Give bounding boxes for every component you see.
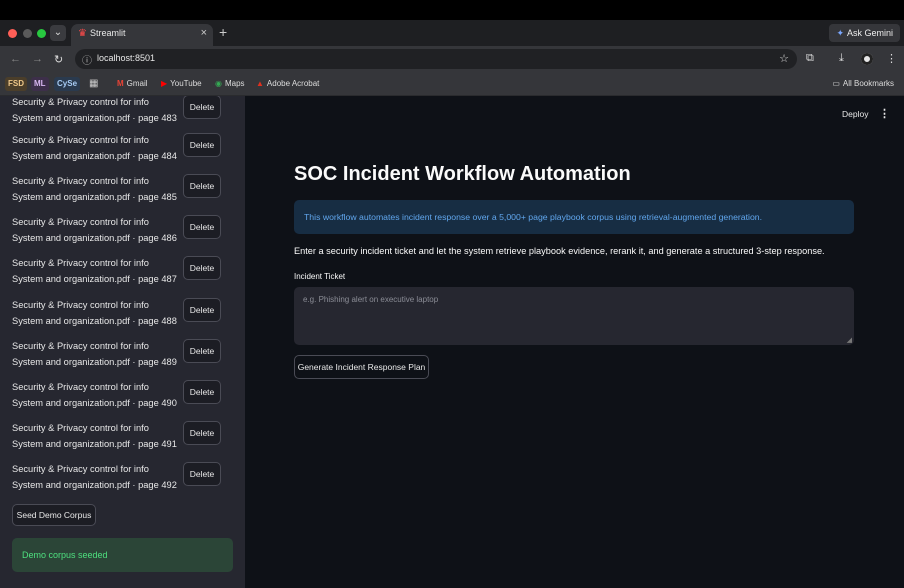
document-item: Security & Privacy control for info Syste… [12, 379, 237, 413]
bookmark-cyse[interactable]: CySe [54, 77, 81, 91]
ask-gemini-label: Ask Gemini [846, 28, 893, 38]
document-item: Security & Privacy control for info Syste… [12, 420, 237, 454]
address-bar[interactable]: ⓘ localhost:8501 ☆ [75, 49, 797, 69]
document-item: Security & Privacy control for info Syste… [12, 461, 237, 495]
delete-button[interactable]: Delete [183, 215, 221, 239]
generate-plan-button[interactable]: Generate Incident Response Plan [294, 355, 429, 379]
document-item: Security & Privacy control for info Syste… [12, 173, 237, 207]
description-text: Enter a security incident ticket and let… [294, 246, 825, 256]
bookmark-youtube-label: YouTube [170, 79, 202, 88]
document-item: Security & Privacy control for info Syste… [12, 96, 237, 128]
delete-button[interactable]: Delete [183, 174, 221, 198]
delete-button[interactable]: Delete [183, 256, 221, 280]
all-bookmarks-label: All Bookmarks [842, 79, 894, 88]
window-minimize-button[interactable] [23, 29, 32, 38]
document-item: Security & Privacy control for info Syste… [12, 255, 237, 289]
delete-button[interactable]: Delete [183, 339, 221, 363]
profile-avatar[interactable] [861, 53, 873, 65]
delete-button[interactable]: Delete [183, 133, 221, 157]
document-item: Security & Privacy control for info Syste… [12, 338, 237, 372]
tab-search-chevron-icon[interactable]: ⌄ [50, 25, 66, 41]
streamlit-app: Security & Privacy control for info Syste… [0, 96, 904, 588]
delete-button[interactable]: Delete [183, 96, 221, 119]
page-title: SOC Incident Workflow Automation [294, 163, 631, 185]
info-alert: This workflow automates incident respons… [294, 200, 854, 234]
document-name: Security & Privacy control for info Syste… [12, 464, 177, 490]
all-bookmarks[interactable]: ▭ All Bookmarks [832, 77, 894, 91]
delete-button[interactable]: Delete [183, 298, 221, 322]
document-name: Security & Privacy control for info Syste… [12, 258, 177, 284]
document-name: Security & Privacy control for info Syste… [12, 135, 177, 161]
delete-button[interactable]: Delete [183, 421, 221, 445]
maps-pin-icon: ◉ [215, 79, 222, 88]
bookmark-gmail[interactable]: M Gmail [117, 77, 148, 91]
incident-ticket-textarea[interactable]: e.g. Phishing alert on executive laptop … [294, 287, 854, 345]
streamlit-favicon-icon: ♛ [78, 28, 87, 39]
document-name: Security & Privacy control for info Syste… [12, 300, 177, 326]
success-alert: Demo corpus seeded [12, 538, 233, 572]
browser-tab[interactable]: ♛ Streamlit × [71, 24, 213, 46]
document-name: Security & Privacy control for info Syste… [12, 382, 177, 408]
folder-icon: ▭ [832, 79, 840, 88]
window-maximize-button[interactable] [37, 29, 46, 38]
forward-arrow-icon[interactable]: → [32, 53, 43, 65]
new-tab-button[interactable]: + [219, 24, 227, 40]
browser-menu-icon[interactable]: ⋮ [886, 52, 897, 65]
document-name: Security & Privacy control for info Syste… [12, 341, 177, 367]
browser-toolbar: ← → ↻ ⓘ localhost:8501 ☆ ⧉ ⤓ ⋮ [0, 46, 904, 73]
bookmark-maps[interactable]: ◉ Maps [215, 77, 245, 91]
tab-title: Streamlit [90, 28, 126, 38]
site-info-icon[interactable]: ⓘ [82, 52, 92, 67]
bookmark-ml[interactable]: ML [31, 77, 49, 91]
bookmarks-bar: FSD ML CySe ▦ M Gmail ▶ YouTube ◉ Maps ▲ Ado… [0, 73, 904, 96]
extensions-icon[interactable]: ⧉ [806, 52, 814, 65]
main-menu-icon[interactable]: ⋮ [879, 107, 890, 120]
seed-demo-corpus-button[interactable]: Seed Demo Corpus [12, 504, 96, 526]
browser-tab-bar: ⌄ ♛ Streamlit × + ✦ Ask Gemini [0, 20, 904, 46]
bookmark-acrobat-label: Adobe Acrobat [266, 79, 320, 88]
acrobat-icon: ▲ [256, 79, 264, 88]
deploy-button[interactable]: Deploy [842, 109, 868, 119]
bookmark-maps-label: Maps [224, 79, 245, 88]
ask-gemini-button[interactable]: ✦ Ask Gemini [829, 24, 900, 42]
url-text: localhost:8501 [97, 53, 156, 63]
sidebar[interactable]: Security & Privacy control for info Syste… [0, 96, 245, 588]
incident-ticket-label: Incident Ticket [294, 272, 346, 281]
document-name: Security & Privacy control for info Syste… [12, 97, 177, 123]
main-content: Deploy ⋮ SOC Incident Workflow Automatio… [245, 96, 904, 588]
incident-ticket-placeholder: e.g. Phishing alert on executive laptop [303, 295, 439, 304]
document-item: Security & Privacy control for info Syste… [12, 297, 237, 331]
resize-handle-icon[interactable]: ◢ [847, 336, 852, 344]
document-name: Security & Privacy control for info Syste… [12, 176, 177, 202]
bookmark-fsd[interactable]: FSD [5, 77, 27, 91]
delete-button[interactable]: Delete [183, 462, 221, 486]
document-name: Security & Privacy control for info Syste… [12, 423, 177, 449]
bookmark-youtube[interactable]: ▶ YouTube [161, 77, 202, 91]
window-close-button[interactable] [8, 29, 17, 38]
bookmark-star-icon[interactable]: ☆ [779, 52, 789, 65]
tab-close-icon[interactable]: × [201, 27, 207, 39]
document-item: Security & Privacy control for info Syste… [12, 132, 237, 166]
back-arrow-icon[interactable]: ← [10, 53, 21, 65]
download-icon[interactable]: ⤓ [839, 52, 844, 65]
document-name: Security & Privacy control for info Syste… [12, 217, 177, 243]
gmail-icon: M [117, 79, 124, 88]
bookmark-gmail-label: Gmail [126, 79, 148, 88]
delete-button[interactable]: Delete [183, 380, 221, 404]
gemini-sparkle-icon: ✦ [836, 28, 844, 38]
bookmark-adobe-acrobat[interactable]: ▲ Adobe Acrobat [256, 77, 319, 91]
reload-icon[interactable]: ↻ [54, 53, 63, 66]
apps-grid-icon[interactable]: ▦ [89, 77, 98, 91]
document-item: Security & Privacy control for info Syste… [12, 214, 237, 248]
youtube-icon: ▶ [161, 79, 168, 88]
